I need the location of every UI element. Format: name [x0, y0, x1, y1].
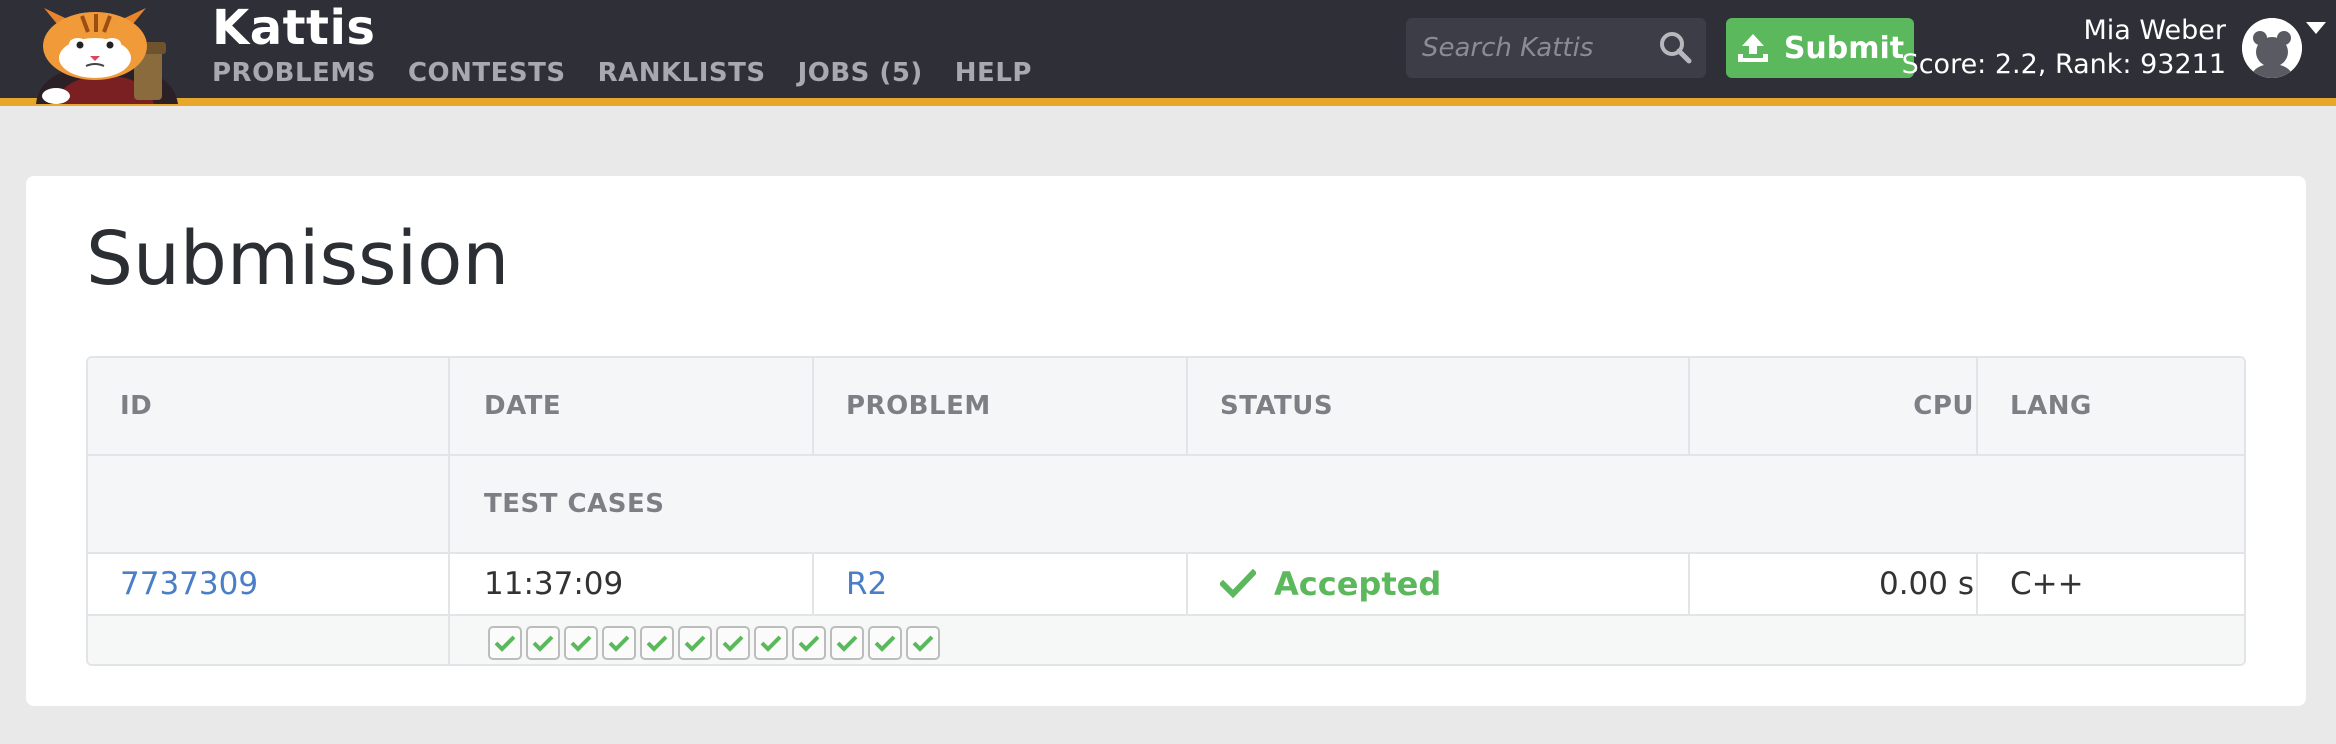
checkmark-icon: [1220, 569, 1256, 599]
submit-button[interactable]: Submit: [1726, 18, 1914, 78]
nav-item-help[interactable]: HELP: [955, 58, 1032, 88]
user-name: Mia Weber: [2083, 15, 2226, 46]
nav-item-jobs[interactable]: JOBS (5): [798, 58, 923, 88]
user-score: Score: 2.2, Rank: 93211: [1901, 49, 2226, 80]
nav-item-ranklists[interactable]: RANKLISTS: [598, 58, 766, 88]
language: C++: [2010, 566, 2084, 602]
test-case-checkmark-icon[interactable]: [488, 626, 522, 660]
cpu-time: 0.00 s: [1878, 566, 1974, 602]
avatar[interactable]: [2242, 18, 2302, 78]
header-lang: LANG: [2010, 391, 2092, 421]
upload-icon: [1737, 34, 1768, 62]
status-text: Accepted: [1274, 565, 1442, 603]
chevron-down-icon[interactable]: [2306, 22, 2326, 34]
test-case-checkmark-icon[interactable]: [868, 626, 902, 660]
top-navbar: Kattis PROBLEMS CONTESTS RANKLISTS JOBS …: [0, 0, 2336, 106]
test-case-checkmark-icon[interactable]: [602, 626, 636, 660]
brand-title[interactable]: Kattis: [212, 0, 376, 56]
nav-item-problems[interactable]: PROBLEMS: [212, 58, 376, 88]
search-input[interactable]: [1406, 18, 1646, 78]
test-case-checkmark-icon[interactable]: [640, 626, 674, 660]
nav-item-contests[interactable]: CONTESTS: [408, 58, 566, 88]
test-case-checkmark-icon[interactable]: [526, 626, 560, 660]
header-status: STATUS: [1220, 391, 1334, 421]
submission-date: 11:37:09: [484, 566, 624, 602]
test-case-checkmark-icon[interactable]: [830, 626, 864, 660]
test-case-list: [488, 626, 940, 660]
search-icon[interactable]: [1658, 30, 1692, 64]
header-test-cases: TEST CASES: [484, 489, 665, 519]
test-case-checkmark-icon[interactable]: [716, 626, 750, 660]
submit-label: Submit: [1783, 30, 1905, 66]
problem-link[interactable]: R2: [846, 566, 887, 602]
kattis-cat-logo-icon[interactable]: [22, 2, 190, 104]
page-title: Submission: [86, 216, 510, 302]
test-case-checkmark-icon[interactable]: [754, 626, 788, 660]
main-nav: PROBLEMS CONTESTS RANKLISTS JOBS (5) HEL…: [212, 58, 1032, 88]
submission-card: Submission ID DATE PROBLEM STATUS CPU LA…: [26, 176, 2306, 706]
id-column: [88, 358, 450, 664]
status-badge: Accepted: [1220, 565, 1441, 603]
user-info[interactable]: Mia Weber Score: 2.2, Rank: 93211: [1902, 14, 2226, 82]
search-box: [1406, 18, 1706, 78]
test-case-checkmark-icon[interactable]: [678, 626, 712, 660]
test-case-checkmark-icon[interactable]: [792, 626, 826, 660]
header-date: DATE: [484, 391, 562, 421]
header-problem: PROBLEM: [846, 391, 991, 421]
header-cpu: CPU: [1913, 391, 1974, 421]
test-case-checkmark-icon[interactable]: [906, 626, 940, 660]
user-avatar-icon: [2242, 18, 2302, 78]
test-case-checkmark-icon[interactable]: [564, 626, 598, 660]
submission-table: ID DATE PROBLEM STATUS CPU LANG TEST CAS…: [86, 356, 2246, 666]
